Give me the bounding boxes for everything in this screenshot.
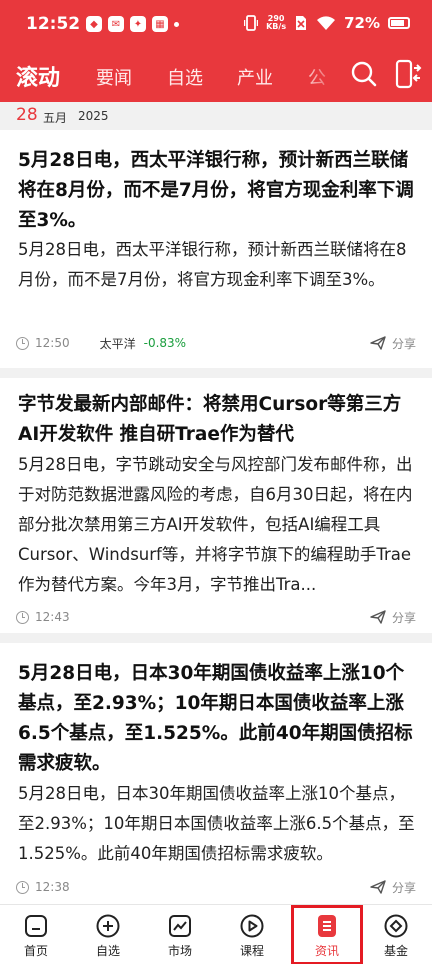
news-body: 5月28日电，字节跳动安全与风控部门发布邮件称，出于对防范数据泄露风险的考虑，自…	[18, 455, 413, 594]
share-icon	[370, 610, 386, 624]
battery-icon	[388, 17, 410, 29]
battery-percentage: 72%	[344, 14, 380, 32]
status-indicators: 290 KB/s 72%	[244, 14, 410, 32]
related-stock-name[interactable]: 太平洋	[100, 335, 136, 352]
bottom-nav-fund[interactable]: 基金	[360, 911, 432, 963]
bottom-nav-label: 资讯	[314, 944, 339, 958]
news-meta: 12:50 太平洋 -0.83%	[16, 334, 186, 352]
date-year: 2025	[78, 109, 109, 123]
clock-icon	[16, 610, 29, 624]
wifi-icon	[317, 16, 336, 30]
clock-icon	[16, 880, 29, 894]
tab-scroll[interactable]: 滚动	[16, 60, 60, 92]
news-item[interactable]: 5月28日电，日本30年期国债收益率上涨10个基点，至2.93%；10年期日本国…	[0, 643, 432, 904]
date-month: 五月	[43, 111, 68, 125]
divider	[0, 633, 432, 643]
date-day: 28	[16, 105, 38, 125]
bottom-nav-label: 市场	[167, 944, 192, 958]
plus-circle-icon	[96, 914, 120, 938]
diamond-icon	[384, 914, 408, 938]
bottom-nav-home[interactable]: 首页	[0, 911, 72, 963]
news-icon	[318, 915, 336, 937]
play-icon	[240, 914, 264, 938]
bottom-nav-label: 基金	[383, 944, 408, 958]
search-icon[interactable]	[350, 60, 378, 88]
tabs-fade-overlay	[300, 50, 340, 102]
news-title[interactable]: 字节发最新内部邮件：将禁用Cursor等第三方AI开发软件 推自研Trae作为替…	[18, 390, 420, 450]
bottom-nav-label: 首页	[23, 944, 48, 958]
related-stock-change: -0.83%	[143, 336, 187, 350]
news-title[interactable]: 5月28日电，日本30年期国债收益率上涨10个基点，至2.93%；10年期日本国…	[18, 659, 420, 779]
tab-watchlist[interactable]: 自选	[167, 64, 203, 90]
mail-notification-icon: ✉	[108, 16, 124, 32]
app-notification-icon: ▦	[152, 16, 168, 32]
network-speed-unit: KB/s	[266, 22, 287, 31]
tab-industry[interactable]: 产业	[237, 64, 273, 90]
tab-headlines[interactable]: 要闻	[96, 64, 132, 90]
news-body: 5月28日电，日本30年期国债收益率上涨10个基点，至2.93%；10年期日本国…	[18, 784, 415, 863]
bottom-nav-label: 课程	[239, 944, 264, 958]
share-label: 分享	[391, 880, 416, 895]
vibrate-icon	[244, 15, 259, 31]
bottom-nav-market[interactable]: 市场	[144, 911, 216, 963]
chart-icon	[169, 915, 191, 937]
bottom-nav-label: 自选	[95, 944, 120, 958]
news-meta: 12:43	[16, 608, 70, 626]
clock-icon	[16, 336, 29, 350]
notification-icons: ◆ ✉ ✦ ▦	[86, 16, 179, 32]
status-bar: 12:52 ◆ ✉ ✦ ▦ 290 KB/s 72%	[0, 0, 432, 50]
share-button[interactable]: 分享	[370, 608, 416, 626]
home-icon	[25, 915, 47, 937]
news-time: 12:50	[35, 336, 70, 350]
network-speed: 290 KB/s	[266, 15, 286, 31]
share-label: 分享	[391, 610, 416, 625]
date-header: 28 五月 2025	[0, 102, 432, 130]
divider	[0, 368, 432, 378]
share-icon	[370, 880, 386, 894]
bottom-nav-news[interactable]: 资讯	[291, 905, 363, 964]
news-meta: 12:38	[16, 878, 70, 896]
news-time: 12:38	[35, 880, 70, 894]
more-notifications-icon	[174, 22, 179, 27]
share-button[interactable]: 分享	[370, 334, 416, 352]
news-title[interactable]: 5月28日电，西太平洋银行称，预计新西兰联储将在8月份，而不是7月份，将官方现金…	[18, 146, 420, 236]
news-time: 12:43	[35, 610, 70, 624]
promo-notification-icon: ✦	[130, 16, 146, 32]
share-button[interactable]: 分享	[370, 878, 416, 896]
share-label: 分享	[391, 336, 416, 351]
bottom-nav-courses[interactable]: 课程	[216, 911, 288, 963]
news-item[interactable]: 5月28日电，西太平洋银行称，预计新西兰联储将在8月份，而不是7月份，将官方现金…	[0, 130, 432, 368]
bottom-nav-watchlist[interactable]: 自选	[72, 911, 144, 963]
news-body: 5月28日电，西太平洋银行称，预计新西兰联储将在8月份，而不是7月份，将官方现金…	[18, 240, 407, 289]
bottom-navigation: 首页 自选 市场 课程 资讯 基金	[0, 904, 432, 964]
category-tabs: 滚动 要闻 自选 产业 公	[0, 50, 432, 102]
share-icon	[370, 336, 386, 350]
sim-off-icon	[296, 16, 307, 30]
news-item[interactable]: 字节发最新内部邮件：将禁用Cursor等第三方AI开发软件 推自研Trae作为替…	[0, 378, 432, 633]
notification-app-icon: ◆	[86, 16, 102, 32]
switch-view-icon[interactable]	[394, 58, 422, 90]
status-time: 12:52	[26, 14, 81, 34]
